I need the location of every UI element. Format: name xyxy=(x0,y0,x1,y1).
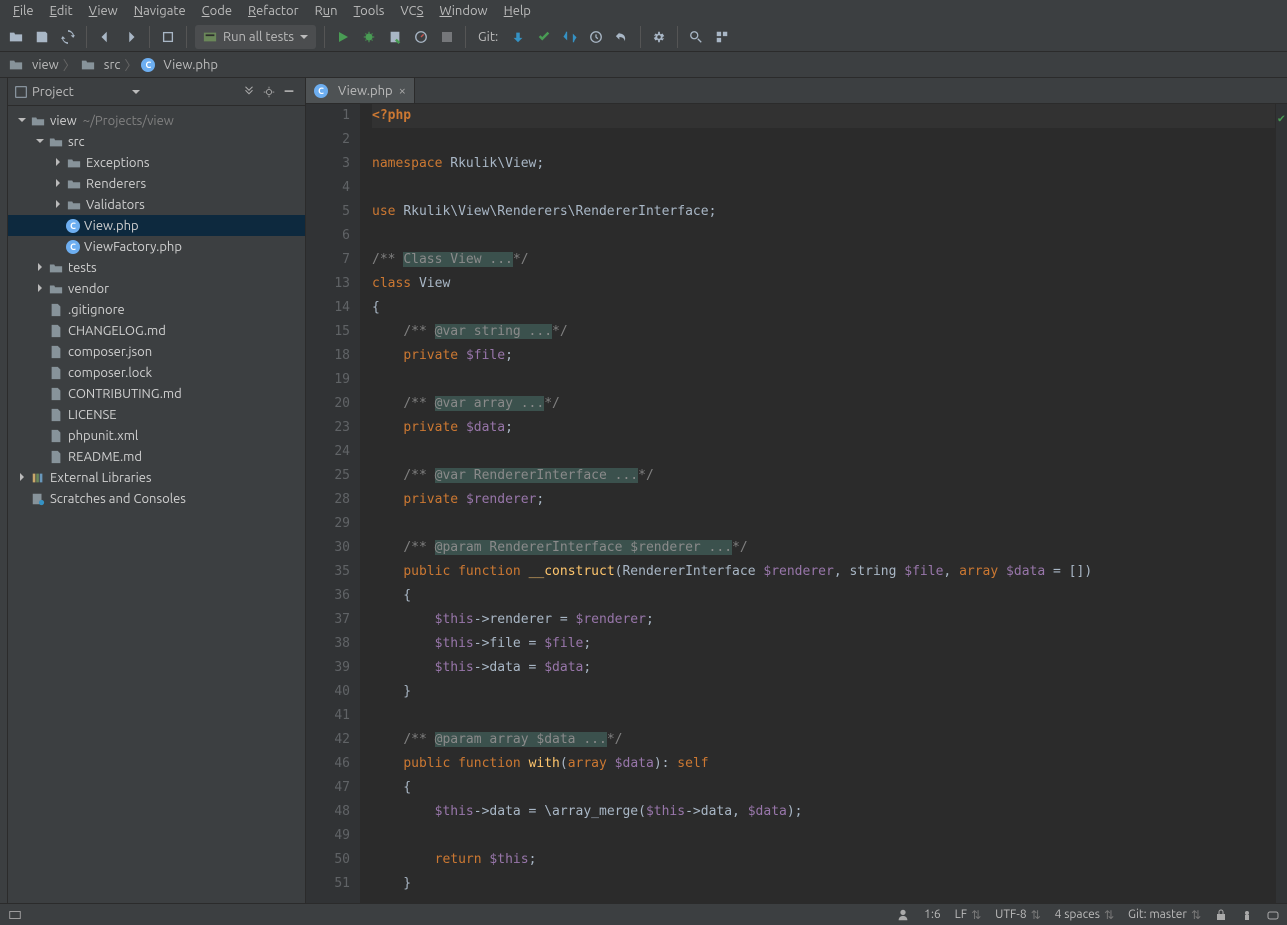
project-panel-header: Project xyxy=(8,78,305,106)
menu-view[interactable]: View xyxy=(82,3,125,19)
tab-view-php[interactable]: C View.php × xyxy=(306,78,415,103)
tab-label: View.php xyxy=(338,84,393,98)
code-content[interactable]: <?php namespace Rkulik\View; use Rkulik\… xyxy=(360,104,1275,903)
tree-item[interactable]: README.md xyxy=(8,446,305,467)
git-commit-icon[interactable] xyxy=(534,27,554,47)
run-config-dropdown[interactable]: Run all tests xyxy=(195,25,316,49)
code-editor[interactable]: 1234567131415181920232425282930353637383… xyxy=(306,104,1287,903)
close-icon[interactable]: × xyxy=(399,84,406,98)
tree-item[interactable]: CView.php xyxy=(8,215,305,236)
menu-code[interactable]: Code xyxy=(195,3,239,19)
menu-navigate[interactable]: Navigate xyxy=(127,3,193,19)
tree-item[interactable]: composer.json xyxy=(8,341,305,362)
hide-icon[interactable] xyxy=(279,85,299,99)
status-caret-pos[interactable]: 1:6 xyxy=(924,908,941,921)
back-icon[interactable] xyxy=(95,27,115,47)
statusbar: 1:6 LF ⇅ UTF-8 ⇅ 4 spaces ⇅ Git: master … xyxy=(0,903,1287,925)
hector-icon[interactable] xyxy=(896,908,910,922)
breadcrumb-file[interactable]: C View.php xyxy=(141,58,218,72)
tree-item[interactable]: LICENSE xyxy=(8,404,305,425)
tree-item[interactable]: CONTRIBUTING.md xyxy=(8,383,305,404)
build-icon[interactable] xyxy=(158,27,178,47)
tree-item[interactable]: Validators xyxy=(8,194,305,215)
analysis-ok-icon: ✔ xyxy=(1278,106,1285,130)
breadcrumb-root[interactable]: view xyxy=(8,57,59,73)
git-update-icon[interactable] xyxy=(508,27,528,47)
status-line-sep[interactable]: LF ⇅ xyxy=(955,908,981,922)
project-panel: Project view~/Projects/viewsrcExceptions… xyxy=(8,78,306,903)
git-history-icon[interactable] xyxy=(586,27,606,47)
menu-edit[interactable]: Edit xyxy=(43,3,80,19)
editor-area: C View.php × 123456713141518192023242528… xyxy=(306,78,1287,903)
left-gutter xyxy=(0,78,8,903)
notify-icon[interactable] xyxy=(1267,909,1279,921)
profile-icon[interactable] xyxy=(411,27,431,47)
breadcrumb-src[interactable]: src xyxy=(80,57,121,73)
line-gutter: 1234567131415181920232425282930353637383… xyxy=(306,104,360,903)
tree-item[interactable]: CViewFactory.php xyxy=(8,236,305,257)
menu-run[interactable]: Run xyxy=(308,3,345,19)
toolbar: Run all tests Git: xyxy=(0,22,1287,52)
project-icon xyxy=(14,85,28,99)
collapse-icon[interactable] xyxy=(239,85,259,99)
git-label: Git: xyxy=(478,30,498,44)
menubar: FileEditViewNavigateCodeRefactorRunTools… xyxy=(0,0,1287,22)
git-revert-icon[interactable] xyxy=(612,27,632,47)
menu-refactor[interactable]: Refactor xyxy=(241,3,306,19)
menu-help[interactable]: Help xyxy=(497,3,538,19)
tree-item[interactable]: composer.lock xyxy=(8,362,305,383)
lock-icon[interactable] xyxy=(1215,909,1227,921)
tree-item[interactable]: .gitignore xyxy=(8,299,305,320)
open-icon[interactable] xyxy=(6,27,26,47)
tree-item[interactable]: Renderers xyxy=(8,173,305,194)
tree-item[interactable]: tests xyxy=(8,257,305,278)
settings-icon[interactable] xyxy=(649,27,669,47)
tree-item[interactable]: Exceptions xyxy=(8,152,305,173)
tree-item[interactable]: src xyxy=(8,131,305,152)
tree-item[interactable]: Scratches and Consoles xyxy=(8,488,305,509)
php-icon: C xyxy=(314,84,328,98)
run-config-label: Run all tests xyxy=(223,30,294,44)
chevron-down-icon xyxy=(300,33,308,41)
search-icon[interactable] xyxy=(686,27,706,47)
forward-icon[interactable] xyxy=(121,27,141,47)
save-all-icon[interactable] xyxy=(32,27,52,47)
editor-marker-strip[interactable]: ✔ xyxy=(1275,104,1287,903)
tool-window-toggle-icon[interactable] xyxy=(8,908,22,922)
tree-item[interactable]: view~/Projects/view xyxy=(8,110,305,131)
main-area: Project view~/Projects/viewsrcExceptions… xyxy=(0,78,1287,903)
sync-icon[interactable] xyxy=(58,27,78,47)
tab-bar: C View.php × xyxy=(306,78,1287,104)
tree-item[interactable]: phpunit.xml xyxy=(8,425,305,446)
menu-tools[interactable]: Tools xyxy=(347,3,392,19)
chevron-right-icon: 〉 xyxy=(124,55,137,74)
menu-vcs[interactable]: VCS xyxy=(393,3,430,19)
project-title: Project xyxy=(32,85,132,99)
chevron-down-icon[interactable] xyxy=(132,88,140,96)
menu-file[interactable]: File xyxy=(6,3,41,19)
menu-window[interactable]: Window xyxy=(432,3,494,19)
tree-item[interactable]: vendor xyxy=(8,278,305,299)
chevron-right-icon: 〉 xyxy=(63,55,76,74)
run-icon[interactable] xyxy=(333,27,353,47)
tree-item[interactable]: External Libraries xyxy=(8,467,305,488)
git-compare-icon[interactable] xyxy=(560,27,580,47)
debug-icon[interactable] xyxy=(359,27,379,47)
structure-icon[interactable] xyxy=(712,27,732,47)
memory-icon[interactable] xyxy=(1241,909,1253,921)
gear-icon[interactable] xyxy=(259,85,279,99)
stop-icon[interactable] xyxy=(437,27,457,47)
status-indent[interactable]: 4 spaces ⇅ xyxy=(1055,908,1114,922)
breadcrumb: view 〉 src 〉 C View.php xyxy=(0,52,1287,78)
coverage-icon[interactable] xyxy=(385,27,405,47)
tree-item[interactable]: CHANGELOG.md xyxy=(8,320,305,341)
status-encoding[interactable]: UTF-8 ⇅ xyxy=(995,908,1041,922)
status-git-branch[interactable]: Git: master ⇅ xyxy=(1128,908,1201,922)
project-tree[interactable]: view~/Projects/viewsrcExceptionsRenderer… xyxy=(8,106,305,903)
